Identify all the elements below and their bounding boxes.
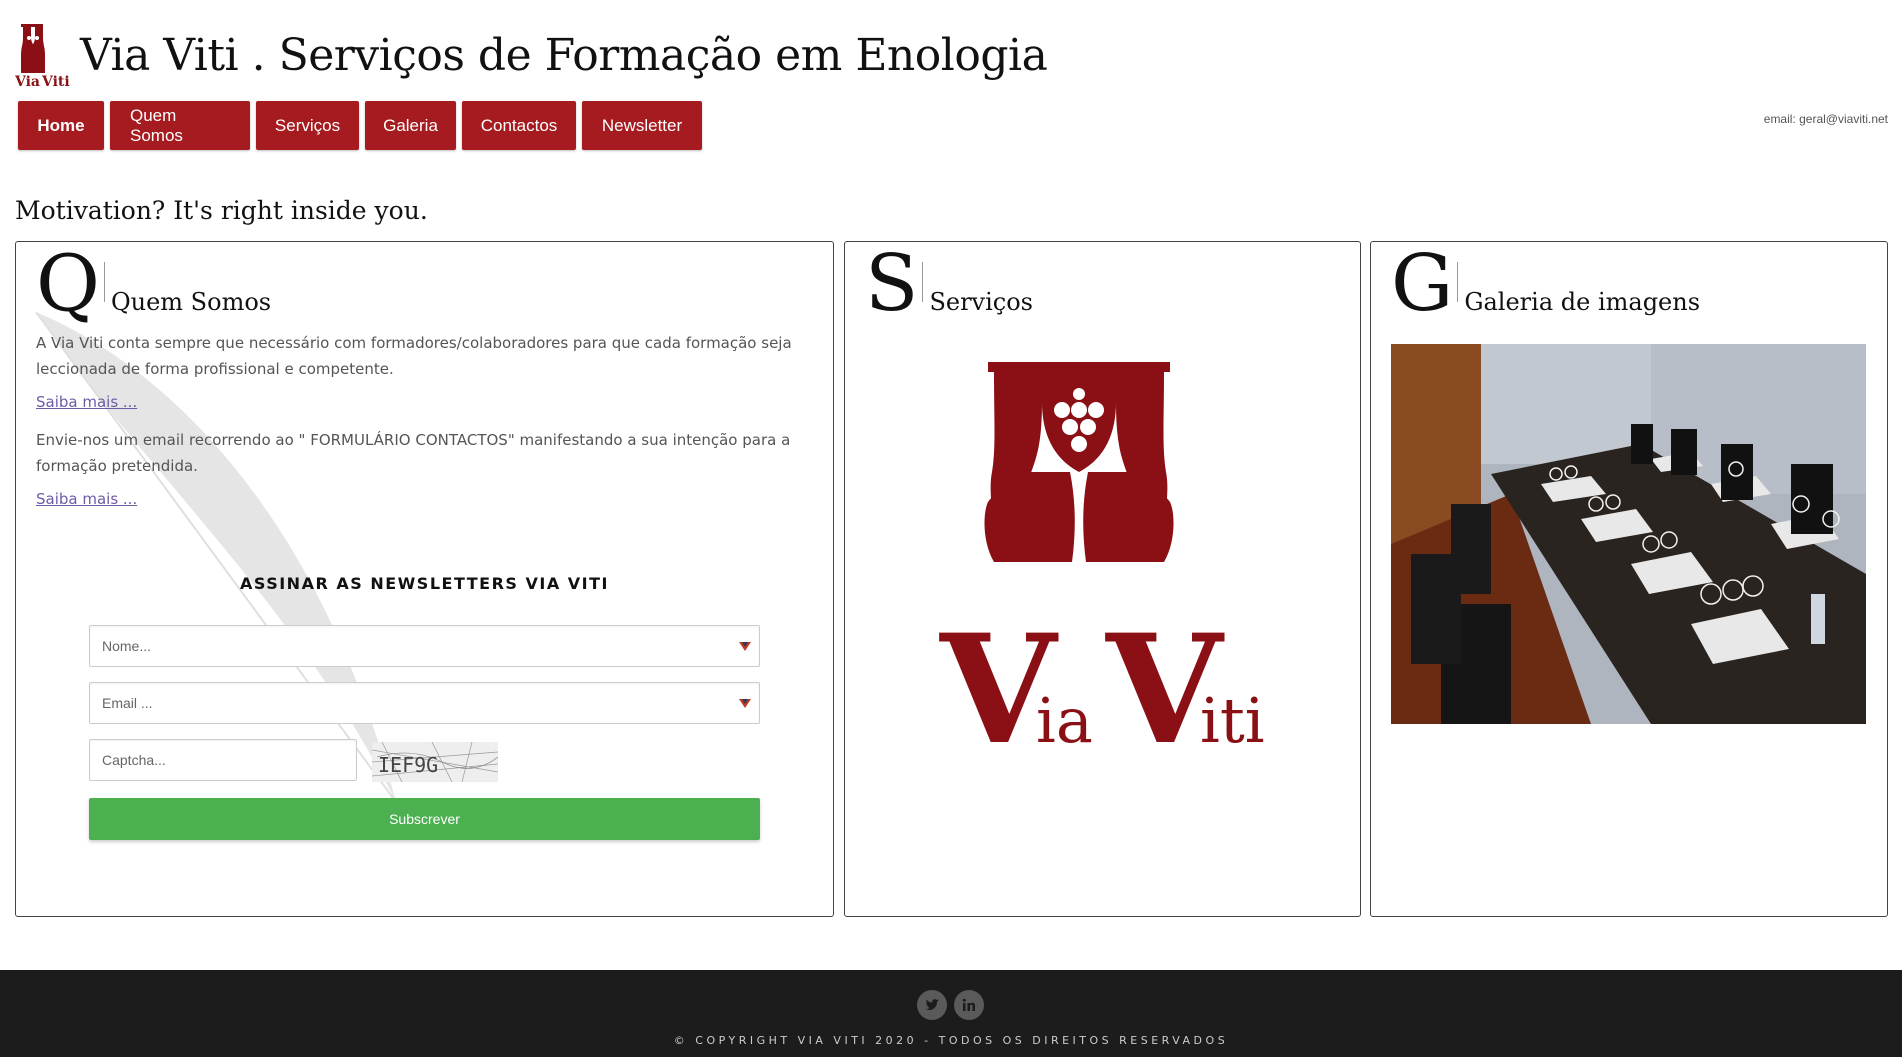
- galeria-header: G Galeria de imagens: [1391, 244, 1700, 324]
- captcha-input[interactable]: [90, 740, 356, 780]
- galeria-panel: G Galeria de imagens: [1370, 241, 1888, 917]
- servicos-title: Serviços: [929, 288, 1033, 316]
- via-viti-logo[interactable]: Via Viti: [15, 22, 70, 88]
- divider: [1457, 262, 1459, 302]
- saiba-mais-link-1[interactable]: Saiba mais ...: [36, 393, 137, 411]
- svg-text:Viti: Viti: [41, 74, 70, 88]
- nav-newsletter[interactable]: Newsletter: [582, 101, 702, 150]
- svg-text:ia: ia: [1036, 684, 1093, 757]
- quem-somos-panel: Q Quem Somos A Via Viti conta sempre que…: [15, 241, 834, 917]
- linkedin-icon[interactable]: [954, 990, 984, 1020]
- svg-text:IEF9G: IEF9G: [378, 753, 438, 777]
- divider: [922, 262, 924, 302]
- site-header: Via Viti Via Viti . Serviços de Formação…: [15, 22, 1048, 88]
- quem-somos-initial: Q: [36, 239, 100, 329]
- site-title: Via Viti . Serviços de Formação em Enolo…: [80, 29, 1048, 81]
- gallery-photo[interactable]: [1391, 344, 1866, 724]
- newsletter-title: ASSINAR AS NEWSLETTERS VIA VITI: [240, 574, 609, 593]
- galeria-title: Galeria de imagens: [1464, 288, 1701, 316]
- email-input[interactable]: [90, 683, 759, 723]
- divider: [103, 262, 105, 302]
- quem-somos-paragraph-2: Envie-nos um email recorrendo ao " FORMU…: [36, 431, 791, 475]
- svg-text:Via: Via: [15, 74, 40, 88]
- quem-somos-paragraph-1: A Via Viti conta sempre que necessário c…: [36, 334, 792, 378]
- nav-servicos[interactable]: Serviços: [256, 101, 359, 150]
- main-nav: Home Quem Somos Serviços Galeria Contact…: [18, 101, 702, 150]
- nav-home[interactable]: Home: [18, 101, 104, 150]
- nav-contactos[interactable]: Contactos: [462, 101, 576, 150]
- autofill-icon: [739, 699, 751, 708]
- nav-galeria[interactable]: Galeria: [365, 101, 456, 150]
- footer: © COPYRIGHT VIA VITI 2020 - TODOS OS DIR…: [0, 970, 1902, 1057]
- via-viti-logo-large[interactable]: V ia V iti: [938, 362, 1274, 762]
- galeria-initial: G: [1391, 239, 1454, 329]
- autofill-icon: [739, 642, 751, 651]
- quem-somos-header: Q Quem Somos: [36, 244, 271, 324]
- captcha-image: IEF9G: [372, 742, 498, 782]
- name-input[interactable]: [90, 626, 759, 666]
- svg-text:iti: iti: [1200, 684, 1265, 757]
- servicos-panel: S Serviços V ia V iti: [844, 241, 1361, 917]
- twitter-icon[interactable]: [917, 990, 947, 1020]
- subscribe-button[interactable]: Subscrever: [89, 798, 760, 840]
- servicos-initial: S: [865, 239, 919, 329]
- tagline: Motivation? It's right inside you.: [15, 196, 428, 225]
- contact-email[interactable]: email: geral@viaviti.net: [1764, 112, 1888, 126]
- nav-quem-somos[interactable]: Quem Somos: [110, 101, 250, 150]
- email-field[interactable]: [89, 682, 760, 724]
- captcha-field[interactable]: [89, 739, 357, 781]
- name-field[interactable]: [89, 625, 760, 667]
- copyright-text: © COPYRIGHT VIA VITI 2020 - TODOS OS DIR…: [673, 1034, 1229, 1047]
- servicos-header: S Serviços: [865, 244, 1033, 324]
- quem-somos-title: Quem Somos: [110, 288, 272, 316]
- saiba-mais-link-2[interactable]: Saiba mais ...: [36, 490, 137, 508]
